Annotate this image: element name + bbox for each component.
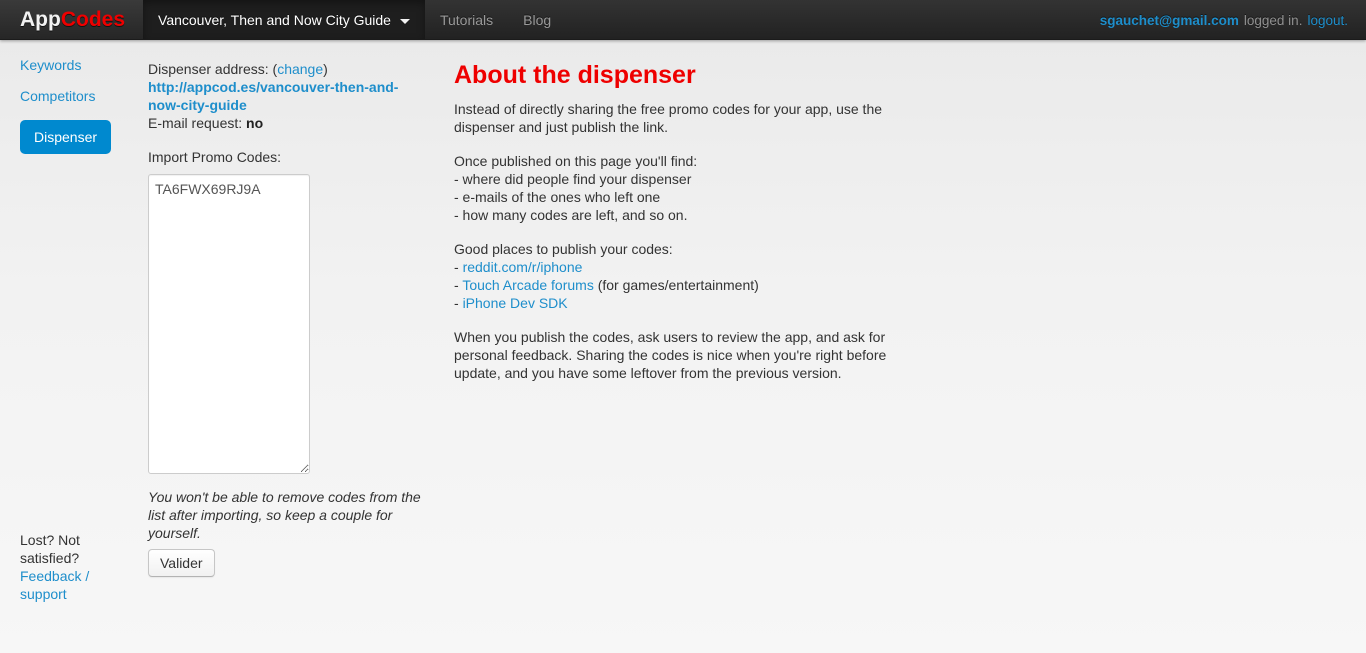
import-warning-line1: You won't be able to remove codes from t… xyxy=(148,489,421,505)
iphone-dev-sdk-link[interactable]: iPhone Dev SDK xyxy=(463,295,568,311)
brand-logo[interactable]: App Codes xyxy=(0,0,144,39)
email-request-line: E-mail request: no xyxy=(148,114,448,132)
about-publish-list: Good places to publish your codes: - red… xyxy=(454,240,904,312)
about-find-item-2: - e-mails of the ones who left one xyxy=(454,189,661,205)
import-warning-line3: yourself. xyxy=(148,525,201,541)
nav-item-blog[interactable]: Blog xyxy=(508,0,566,39)
promo-codes-textarea[interactable] xyxy=(148,174,310,474)
sidebar-help-block: Lost? Not satisfied? Feedback / support xyxy=(20,531,130,603)
app-selector-dropdown[interactable]: Vancouver, Then and Now City Guide xyxy=(143,0,425,39)
about-publish-item-devsdk: - iPhone Dev SDK xyxy=(454,294,904,312)
email-request-label: E-mail request: xyxy=(148,115,243,131)
reddit-iphone-link[interactable]: reddit.com/r/iphone xyxy=(463,259,583,275)
nav-item-blog-label: Blog xyxy=(523,11,552,28)
import-promo-codes-label: Import Promo Codes: xyxy=(148,149,282,165)
about-closing-line2: personal feedback. Sharing the codes is … xyxy=(454,347,887,363)
nav-item-tutorials-label: Tutorials xyxy=(439,11,494,28)
about-intro-line1: Instead of directly sharing the free pro… xyxy=(454,101,883,117)
about-title: About the dispenser xyxy=(454,61,696,89)
page-body: Keywords Competitors Dispenser Lost? Not… xyxy=(0,40,1366,653)
about-publish-item-toucharcade: - Touch Arcade forums (for games/enterta… xyxy=(454,276,904,294)
navbar-items: Vancouver, Then and Now City Guide Tutor… xyxy=(143,0,566,39)
about-intro-line2: dispenser and just publish the link. xyxy=(454,119,669,135)
change-address-link[interactable]: change xyxy=(277,61,323,77)
dispenser-url-line1: http://appcod.es/vancouver-then-and- xyxy=(148,79,399,95)
publish-dash-1: - xyxy=(454,259,463,275)
about-find-item-1: - where did people find your dispenser xyxy=(454,171,692,187)
dispenser-address-block: Dispenser address: (change) http://appco… xyxy=(148,40,448,132)
touch-arcade-forums-link[interactable]: Touch Arcade forums xyxy=(462,277,594,293)
about-closing-line1: When you publish the codes, ask users to… xyxy=(454,329,886,345)
account-email-link[interactable]: sgauchet@gmail.com xyxy=(1100,13,1239,28)
dispenser-address-line: Dispenser address: (change) xyxy=(148,60,448,78)
about-publish-heading: Good places to publish your codes: xyxy=(454,241,673,257)
brand-logo-app: App xyxy=(20,7,61,31)
about-find-heading: Once published on this page you'll find: xyxy=(454,153,698,169)
about-dispenser-column: About the dispenser Instead of directly … xyxy=(454,40,904,398)
about-find-list: Once published on this page you'll find:… xyxy=(454,152,904,224)
about-find-item-3: - how many codes are left, and so on. xyxy=(454,207,688,223)
account-logged-in-text: logged in. xyxy=(1243,12,1303,28)
dispenser-url-line2: now-city-guide xyxy=(148,97,247,113)
dispenser-address-label: Dispenser address: xyxy=(148,61,269,77)
account-status: sgauchet@gmail.com logged in. logout. xyxy=(1100,0,1348,40)
import-warning-line2: list after importing, so keep a couple f… xyxy=(148,507,393,523)
about-publish-item-reddit: - reddit.com/r/iphone xyxy=(454,258,904,276)
about-closing-paragraph: When you publish the codes, ask users to… xyxy=(454,328,904,382)
sidebar-item-keywords[interactable]: Keywords xyxy=(20,56,120,74)
submit-button[interactable]: Valider xyxy=(148,549,215,577)
logout-link[interactable]: logout. xyxy=(1307,13,1348,28)
email-request-value: no xyxy=(246,115,264,131)
import-warning-note: You won't be able to remove codes from t… xyxy=(148,488,433,542)
chevron-down-icon xyxy=(399,18,410,24)
sidebar-help-line1: Lost? Not xyxy=(20,532,80,548)
sidebar: Keywords Competitors Dispenser Lost? Not… xyxy=(0,40,140,653)
change-paren-close: ) xyxy=(323,61,328,77)
about-intro-paragraph: Instead of directly sharing the free pro… xyxy=(454,100,904,136)
dispenser-url-link[interactable]: http://appcod.es/vancouver-then-and- now… xyxy=(148,78,448,114)
dispenser-form-column: Dispenser address: (change) http://appco… xyxy=(148,40,448,577)
feedback-support-link-line1[interactable]: Feedback / xyxy=(20,568,89,584)
app-selector-label: Vancouver, Then and Now City Guide xyxy=(158,11,391,28)
nav-item-tutorials[interactable]: Tutorials xyxy=(425,0,508,39)
about-closing-line3: update, and you have some leftover from … xyxy=(454,365,842,381)
sidebar-item-competitors[interactable]: Competitors xyxy=(20,87,120,105)
top-navbar: App Codes Vancouver, Then and Now City Gu… xyxy=(0,0,1366,40)
sidebar-help-line2: satisfied? xyxy=(20,550,80,566)
feedback-support-link-line2[interactable]: support xyxy=(20,586,67,602)
publish-suffix-2: (for games/entertainment) xyxy=(593,277,759,293)
brand-logo-codes: Codes xyxy=(60,7,126,31)
publish-dash-3: - xyxy=(454,295,463,311)
sidebar-item-dispenser[interactable]: Dispenser xyxy=(20,120,112,154)
